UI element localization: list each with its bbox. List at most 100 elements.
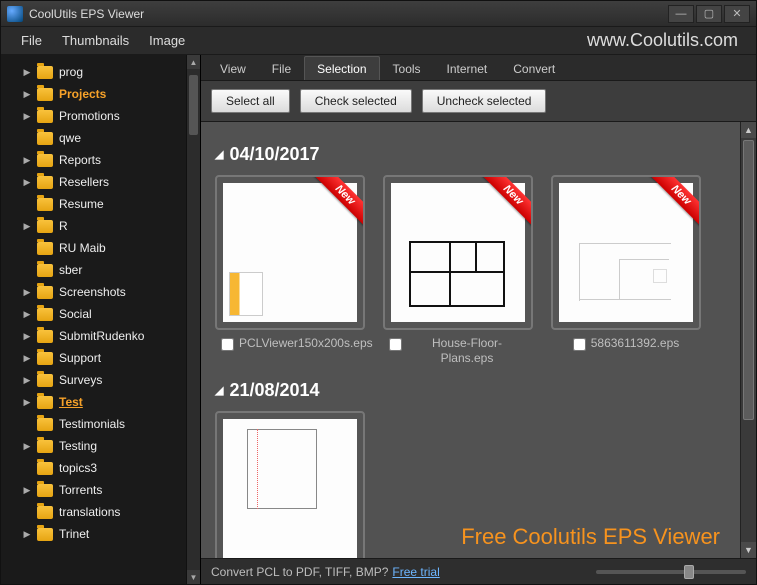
folder-submitrudenko[interactable]: ▶SubmitRudenko <box>7 325 186 347</box>
thumbnail-caption: PCLViewer150x200s.eps <box>239 336 359 351</box>
select-all-button[interactable]: Select all <box>211 89 290 113</box>
folder-resume[interactable]: ▶Resume <box>7 193 186 215</box>
expand-arrow-icon[interactable]: ▶ <box>23 177 31 188</box>
menu-file[interactable]: File <box>11 29 52 52</box>
uncheck-selected-button[interactable]: Uncheck selected <box>422 89 547 113</box>
expand-arrow-icon[interactable]: ▶ <box>23 441 31 452</box>
folder-icon <box>37 484 53 497</box>
expand-arrow-icon[interactable]: ▶ <box>23 89 31 100</box>
group-date: 21/08/2014 <box>229 380 319 401</box>
folder-tree[interactable]: ▶prog▶Projects▶Promotions▶qwe▶Reports▶Re… <box>1 55 186 584</box>
expand-arrow-icon[interactable]: ▶ <box>23 485 31 496</box>
scroll-down-icon[interactable]: ▼ <box>187 570 200 584</box>
expand-arrow-icon[interactable]: ▶ <box>23 221 31 232</box>
folder-qwe[interactable]: ▶qwe <box>7 127 186 149</box>
expand-arrow-icon[interactable]: ▶ <box>23 375 31 386</box>
expand-arrow-icon[interactable]: ▶ <box>23 155 31 166</box>
brand-link[interactable]: www.Coolutils.com <box>587 30 746 51</box>
expand-arrow-icon[interactable]: ▶ <box>23 397 31 408</box>
gallery-scrollbar[interactable]: ▲ ▼ <box>740 122 756 558</box>
folder-social[interactable]: ▶ Social <box>7 303 186 325</box>
collapse-triangle-icon[interactable]: ◢ <box>215 148 223 161</box>
tab-file[interactable]: File <box>259 56 304 80</box>
tab-view[interactable]: View <box>207 56 259 80</box>
expand-arrow-icon[interactable]: ▶ <box>23 67 31 78</box>
content-area: ◢ 04/10/2017 New PCLViewer150x200s.eps NewHo… <box>201 122 756 558</box>
folder-icon <box>37 418 53 431</box>
collapse-triangle-icon[interactable]: ◢ <box>215 384 223 397</box>
folder-torrents[interactable]: ▶Torrents <box>7 479 186 501</box>
scroll-up-icon[interactable]: ▲ <box>741 122 756 138</box>
tab-tools[interactable]: Tools <box>380 56 434 80</box>
folder-ru maib[interactable]: ▶RU Maib <box>7 237 186 259</box>
thumbnail-card[interactable]: NewHouse-Floor-Plans.eps <box>383 175 533 366</box>
folder-label: qwe <box>59 131 81 145</box>
close-button[interactable]: ✕ <box>724 5 750 23</box>
folder-reports[interactable]: ▶Reports <box>7 149 186 171</box>
folder-label: sber <box>59 263 82 277</box>
folder-screenshots[interactable]: ▶Screenshots <box>7 281 186 303</box>
select-checkbox[interactable] <box>389 338 402 351</box>
menu-image[interactable]: Image <box>139 29 195 52</box>
folder-testing[interactable]: ▶Testing <box>7 435 186 457</box>
zoom-slider[interactable] <box>596 570 746 574</box>
zoom-slider-knob[interactable] <box>684 565 694 579</box>
folder-test[interactable]: ▶Test <box>7 391 186 413</box>
group-date: 04/10/2017 <box>229 144 319 165</box>
group-header[interactable]: ◢ 04/10/2017 <box>215 144 732 165</box>
expand-arrow-icon[interactable]: ▶ <box>23 309 31 320</box>
folder-trinet[interactable]: ▶Trinet <box>7 523 186 545</box>
folder-label: Testimonials <box>59 417 125 431</box>
scroll-thumb[interactable] <box>743 140 754 420</box>
thumbnail-card[interactable]: New5863611392.eps <box>551 175 701 366</box>
folder-sber[interactable]: ▶sber <box>7 259 186 281</box>
folder-surveys[interactable]: ▶Surveys <box>7 369 186 391</box>
folder-label: R <box>59 219 68 233</box>
menu-thumbnails[interactable]: Thumbnails <box>52 29 139 52</box>
folder-icon <box>37 220 53 233</box>
select-checkbox[interactable] <box>573 338 586 351</box>
folder-prog[interactable]: ▶prog <box>7 61 186 83</box>
thumbnail-frame[interactable]: New <box>383 175 533 330</box>
folder-label: Support <box>59 351 101 365</box>
folder-testimonials[interactable]: ▶Testimonials <box>7 413 186 435</box>
folder-projects[interactable]: ▶Projects <box>7 83 186 105</box>
expand-arrow-icon[interactable]: ▶ <box>23 331 31 342</box>
folder-translations[interactable]: ▶translations <box>7 501 186 523</box>
free-trial-link[interactable]: Free trial <box>392 565 439 579</box>
tab-selection[interactable]: Selection <box>304 56 379 80</box>
expand-arrow-icon[interactable]: ▶ <box>23 287 31 298</box>
expand-arrow-icon[interactable]: ▶ <box>23 111 31 122</box>
scroll-up-icon[interactable]: ▲ <box>187 55 200 69</box>
minimize-button[interactable]: — <box>668 5 694 23</box>
thumbnail-frame[interactable]: New <box>215 175 365 330</box>
folder-resellers[interactable]: ▶Resellers <box>7 171 186 193</box>
select-checkbox[interactable] <box>221 338 234 351</box>
check-selected-button[interactable]: Check selected <box>300 89 412 113</box>
folder-icon <box>37 374 53 387</box>
menubar: FileThumbnailsImage www.Coolutils.com <box>1 27 756 55</box>
group-header[interactable]: ◢ 21/08/2014 <box>215 380 732 401</box>
sidebar-scrollbar[interactable]: ▲ ▼ <box>186 55 200 584</box>
thumbnail-gallery[interactable]: ◢ 04/10/2017 New PCLViewer150x200s.eps NewHo… <box>201 122 740 558</box>
tab-internet[interactable]: Internet <box>434 56 501 80</box>
thumbnail-frame[interactable]: New <box>551 175 701 330</box>
thumbnail-preview <box>223 419 357 558</box>
folder-promotions[interactable]: ▶Promotions <box>7 105 186 127</box>
thumbnail-card[interactable]: New PCLViewer150x200s.eps <box>215 175 365 366</box>
tab-convert[interactable]: Convert <box>500 56 568 80</box>
folder-r[interactable]: ▶R <box>7 215 186 237</box>
folder-label: translations <box>59 505 120 519</box>
window-title: CoolUtils EPS Viewer <box>29 7 668 21</box>
scroll-down-icon[interactable]: ▼ <box>741 542 756 558</box>
expand-arrow-icon[interactable]: ▶ <box>23 353 31 364</box>
thumbnail-frame[interactable] <box>215 411 365 558</box>
folder-label: Social <box>59 307 92 321</box>
folder-topics3[interactable]: ▶topics3 <box>7 457 186 479</box>
maximize-button[interactable]: ▢ <box>696 5 722 23</box>
folder-support[interactable]: ▶ Support <box>7 347 186 369</box>
scroll-thumb[interactable] <box>189 75 198 135</box>
expand-arrow-icon[interactable]: ▶ <box>23 529 31 540</box>
thumbnail-card[interactable] <box>215 411 365 558</box>
folder-icon <box>37 176 53 189</box>
